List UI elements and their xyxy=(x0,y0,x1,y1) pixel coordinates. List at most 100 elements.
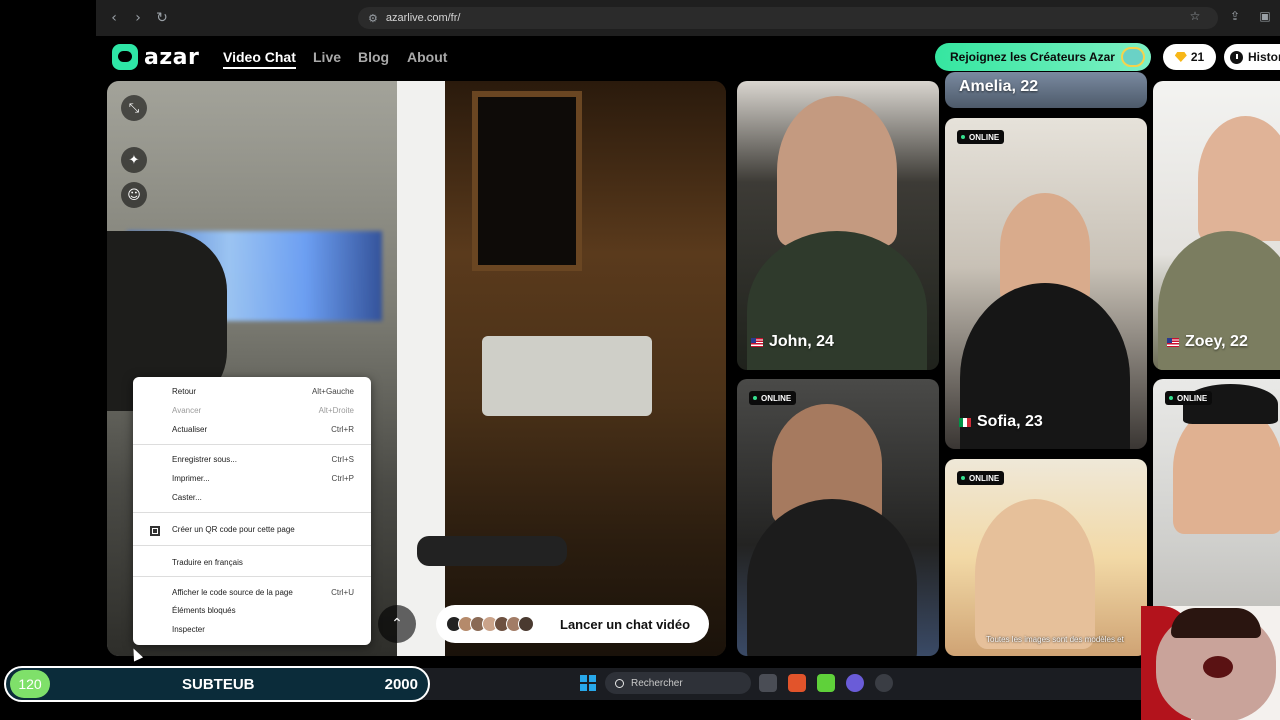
join-creators-button[interactable]: Rejoignez les Créateurs Azar xyxy=(935,43,1151,71)
brand-name: azar xyxy=(144,44,200,70)
menu-item-label: Enregistrer sous... xyxy=(172,455,237,464)
back-icon[interactable]: ‹ xyxy=(104,8,124,28)
clock-icon xyxy=(1230,50,1243,64)
webcam-mouth xyxy=(1203,656,1233,678)
search-icon xyxy=(615,678,624,688)
app-icon[interactable] xyxy=(817,674,835,692)
bookmark-icon[interactable]: ☆ xyxy=(1186,9,1204,27)
menu-item-save-as[interactable]: Enregistrer sous... Ctrl+S xyxy=(133,452,371,468)
azar-logo[interactable]: azar xyxy=(112,44,199,70)
avatar xyxy=(518,616,534,632)
gems-counter[interactable]: 21 xyxy=(1163,44,1216,70)
minimize-icon[interactable]: ⤡ xyxy=(121,95,147,121)
menu-separator xyxy=(133,545,371,546)
brave-browser-icon[interactable] xyxy=(788,674,806,692)
history-button[interactable]: Histor xyxy=(1224,44,1280,70)
online-badge: ONLINE xyxy=(749,391,797,405)
nav-live[interactable]: Live xyxy=(313,49,341,65)
menu-item-label: Avancer xyxy=(172,406,202,415)
menu-item-label: Traduire en français xyxy=(172,558,243,567)
menu-item-label: Retour xyxy=(172,387,197,396)
menu-item-qr-code[interactable]: Créer un QR code pour cette page xyxy=(133,522,371,538)
site-info-icon[interactable]: ⚙ xyxy=(368,12,378,25)
online-badge: ONLINE xyxy=(957,130,1005,144)
windows-start-icon[interactable] xyxy=(580,675,596,691)
profile-name: Sofia, 23 xyxy=(977,413,1043,430)
menu-item-label: Créer un QR code pour cette page xyxy=(172,525,295,534)
screen: ‹ › ↻ ⚙ azarlive.com/fr/ ☆ ⇪ ▣ azar Vide… xyxy=(0,0,1280,720)
menu-item-shortcut: Alt+Droite xyxy=(318,406,354,415)
profile-label: Sofia, 23 xyxy=(959,413,1043,431)
task-view-icon[interactable] xyxy=(759,674,777,692)
disclaimer-text: Toutes les images sont des modèles et xyxy=(986,635,1124,644)
effects-icon[interactable]: ✦ xyxy=(121,147,147,173)
azar-logo-icon xyxy=(112,44,138,70)
forward-icon[interactable]: › xyxy=(128,8,148,28)
nav-video-chat[interactable]: Video Chat xyxy=(223,49,296,69)
nav-about[interactable]: About xyxy=(407,49,447,65)
search-placeholder: Rechercher xyxy=(631,677,683,689)
stream-margin xyxy=(0,0,96,720)
menu-item-cast[interactable]: Caster... xyxy=(133,490,371,506)
avatars-stack xyxy=(446,616,534,632)
menu-item-label: Imprimer... xyxy=(172,474,210,483)
menu-separator xyxy=(133,576,371,577)
qr-code-icon xyxy=(150,526,160,536)
profile-card[interactable]: Amelia, 22 xyxy=(945,72,1147,108)
nav-blog[interactable]: Blog xyxy=(358,49,389,65)
menu-item-inspect[interactable]: Inspecter xyxy=(133,622,371,638)
menu-item-shortcut: Ctrl+P xyxy=(331,474,354,483)
menu-item-back[interactable]: Retour Alt+Gauche xyxy=(133,384,371,400)
profile-photo xyxy=(777,96,897,246)
profile-label: John, 24 xyxy=(751,333,834,351)
profile-card[interactable]: ONLINE Sofia, 23 xyxy=(945,118,1147,449)
face-filter-icon[interactable]: ☺ xyxy=(121,182,147,208)
menu-item-blocked-elements[interactable]: Éléments bloqués xyxy=(133,603,371,619)
menu-item-label: Afficher le code source de la page xyxy=(172,588,293,597)
profile-card[interactable]: Zoey, 22 xyxy=(1153,81,1280,370)
menu-item-translate[interactable]: Traduire en français xyxy=(133,555,371,571)
start-video-chat-button[interactable]: Lancer un chat vidéo xyxy=(436,605,709,643)
camera-feed-table xyxy=(482,336,652,416)
sub-count: 120 xyxy=(10,670,50,698)
sub-goal-target: 2000 xyxy=(384,676,418,693)
sidebar-icon[interactable]: ▣ xyxy=(1256,9,1274,27)
discord-icon[interactable] xyxy=(846,674,864,692)
creator-art-icon xyxy=(1121,47,1145,67)
profile-card[interactable]: John, 24 xyxy=(737,81,939,370)
sub-goal-bar: 120 SUBTEUB 2000 xyxy=(4,666,430,702)
app-icon[interactable] xyxy=(875,674,893,692)
profile-name: Amelia, 22 xyxy=(959,78,1039,95)
menu-item-view-source[interactable]: Afficher le code source de la page Ctrl+… xyxy=(133,585,371,601)
url-text: azarlive.com/fr/ xyxy=(385,12,461,24)
us-flag-icon xyxy=(751,337,763,347)
webcam-hair xyxy=(1171,608,1261,638)
menu-separator xyxy=(133,512,371,513)
italy-flag-icon xyxy=(959,417,971,427)
taskbar-search[interactable]: Rechercher xyxy=(605,672,751,694)
profile-photo xyxy=(975,499,1095,649)
profile-name: John, 24 xyxy=(769,333,834,350)
profile-card[interactable]: ONLINE xyxy=(945,459,1147,656)
share-icon[interactable]: ⇪ xyxy=(1226,9,1244,27)
profile-label: Zoey, 22 xyxy=(1167,333,1248,351)
menu-separator xyxy=(133,444,371,445)
chevron-up-icon[interactable]: ⌃ xyxy=(378,605,416,643)
online-badge: ONLINE xyxy=(957,471,1005,485)
menu-item-shortcut: Ctrl+R xyxy=(331,425,354,434)
camera-feed-door xyxy=(397,81,445,656)
menu-item-shortcut: Ctrl+U xyxy=(331,588,354,597)
menu-item-shortcut: Ctrl+S xyxy=(331,455,354,464)
profile-photo xyxy=(1198,116,1280,241)
menu-item-reload[interactable]: Actualiser Ctrl+R xyxy=(133,422,371,438)
camera-feed-chair xyxy=(417,536,567,566)
reload-icon[interactable]: ↻ xyxy=(152,8,172,28)
profile-card[interactable]: ONLINE xyxy=(737,379,939,656)
browser-toolbar: ‹ › ↻ ⚙ azarlive.com/fr/ ☆ ⇪ ▣ xyxy=(96,0,1280,36)
menu-item-label: Éléments bloqués xyxy=(172,606,236,615)
address-bar[interactable]: ⚙ azarlive.com/fr/ xyxy=(358,7,1218,29)
us-flag-icon xyxy=(1167,337,1179,347)
menu-item-print[interactable]: Imprimer... Ctrl+P xyxy=(133,471,371,487)
profile-photo xyxy=(747,499,917,656)
menu-item-shortcut: Alt+Gauche xyxy=(311,387,354,396)
